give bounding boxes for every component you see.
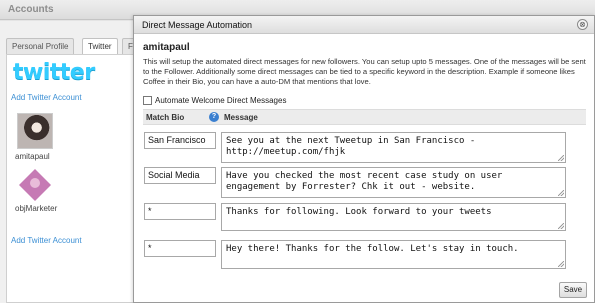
dm-automation-dialog: Direct Message Automation ⊗ amitapaul Th… bbox=[133, 15, 595, 303]
message-textarea[interactable]: Have you checked the most recent case st… bbox=[221, 167, 566, 198]
add-twitter-account-link[interactable]: Add Twitter Account bbox=[11, 93, 82, 102]
avatar-amitapaul[interactable] bbox=[17, 113, 53, 149]
resize-grip-icon[interactable] bbox=[558, 261, 564, 267]
tab-twitter[interactable]: Twitter bbox=[82, 38, 118, 55]
account-name[interactable]: amitapaul bbox=[15, 152, 50, 161]
auto-welcome-label[interactable]: Automate Welcome Direct Messages bbox=[155, 96, 286, 105]
avatar-objmarketer[interactable] bbox=[17, 167, 53, 203]
match-bio-input[interactable]: * bbox=[144, 203, 216, 220]
username-heading: amitapaul bbox=[143, 42, 190, 53]
message-text: Have you checked the most recent case st… bbox=[226, 171, 503, 192]
message-table-header: Match Bio ? Message bbox=[143, 109, 586, 125]
auto-welcome-checkbox[interactable] bbox=[143, 96, 152, 106]
match-bio-input[interactable]: * bbox=[144, 240, 216, 257]
help-icon[interactable]: ? bbox=[209, 112, 219, 122]
page-title: Accounts bbox=[8, 4, 54, 15]
resize-grip-icon[interactable] bbox=[558, 223, 564, 229]
message-textarea[interactable]: Thanks for following. Look forward to yo… bbox=[221, 203, 566, 231]
twitter-logo: twitter bbox=[13, 60, 95, 85]
match-bio-input[interactable]: San Francisco bbox=[144, 132, 216, 149]
col-message: Message bbox=[224, 113, 258, 122]
message-text: Thanks for following. Look forward to yo… bbox=[226, 207, 492, 217]
col-match-bio: Match Bio bbox=[146, 113, 185, 122]
message-textarea[interactable]: See you at the next Tweetup in San Franc… bbox=[221, 132, 566, 163]
twitter-sidebar: twitter Add Twitter Account amitapaul ob… bbox=[6, 54, 134, 303]
resize-grip-icon[interactable] bbox=[558, 190, 564, 196]
account-name[interactable]: objMarketer bbox=[15, 204, 57, 213]
dialog-title: Direct Message Automation bbox=[142, 20, 253, 30]
close-icon[interactable]: ⊗ bbox=[577, 19, 588, 30]
match-bio-input[interactable]: Social Media bbox=[144, 167, 216, 184]
tab-personal-profile[interactable]: Personal Profile bbox=[6, 38, 75, 54]
message-textarea[interactable]: Hey there! Thanks for the follow. Let's … bbox=[221, 240, 566, 269]
resize-grip-icon[interactable] bbox=[558, 155, 564, 161]
add-twitter-account-link[interactable]: Add Twitter Account bbox=[11, 236, 82, 245]
dialog-header: Direct Message Automation ⊗ bbox=[134, 16, 594, 34]
message-text: Hey there! Thanks for the follow. Let's … bbox=[226, 244, 519, 254]
dialog-description: This will setup the automated direct mes… bbox=[143, 57, 586, 86]
auto-welcome-row: Automate Welcome Direct Messages bbox=[143, 95, 286, 107]
save-button[interactable]: Save bbox=[559, 282, 587, 298]
message-text: See you at the next Tweetup in San Franc… bbox=[226, 136, 476, 157]
